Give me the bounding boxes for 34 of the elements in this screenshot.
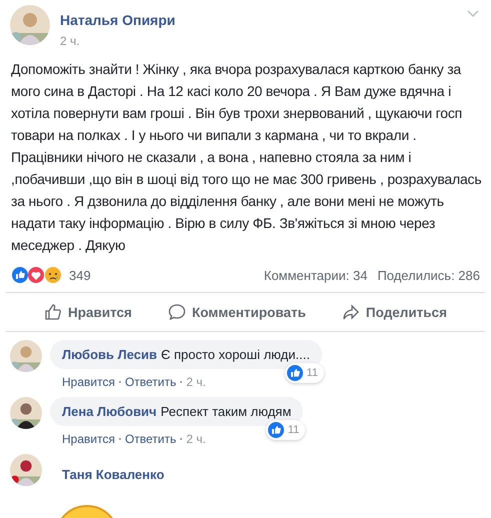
like-count-badge[interactable]: 11 (266, 420, 306, 440)
comment-time[interactable]: 2 ч. (186, 432, 206, 446)
author-name[interactable]: Наталья Опияри (60, 12, 176, 28)
like-link[interactable]: Нравится (62, 375, 115, 389)
reply-link[interactable]: Ответить (124, 432, 176, 446)
separator-dot (118, 438, 121, 440)
comment-time[interactable]: 2 ч. (186, 375, 206, 389)
commenter-name[interactable]: Любовь Лесив (62, 347, 158, 362)
post-time[interactable]: 2 ч. (60, 34, 176, 48)
like-button[interactable]: Нравится (38, 299, 138, 325)
share-button[interactable]: Поделиться (336, 299, 453, 325)
commenter-name[interactable]: Лена Любович (62, 404, 157, 419)
reply-link[interactable]: Ответить (124, 375, 176, 389)
separator-dot (180, 438, 182, 440)
like-count: 11 (306, 367, 318, 379)
commenter-name[interactable]: Таня Коваленко (50, 454, 164, 482)
reaction-icons[interactable] (11, 266, 63, 284)
post-text: Допоможіть знайти ! Жінку , яка вчора розрахувалася карткою банку за мого сина в Дасторі . На 12 касі коло 20 вечора . Я Вам дуже вдячна і хотіла повернути вам гроші . Він був трохи знервований , щукаючи госп товари на полках . І у нього чи випали з кармана , чи то вкрали . Працівники нічого не сказали , а вона , напевно стояла за ним і ,побачивши ,що він в шоці від того що не має 300 гривень , розрахувалась за нього . Я дзвонила до відділення банку , але вони мені не можуть надати таку інформацію . Вірю в силу ФБ. Зв'яжіться зі мною через меседжер . Дякую (11, 60, 482, 255)
reaction-count[interactable]: 349 (69, 268, 91, 282)
speech-bubble-icon (168, 303, 186, 321)
comment-text: Респект таким людям (160, 404, 292, 419)
share-count[interactable]: Поделились: 286 (377, 268, 480, 282)
comment-button[interactable]: Комментировать (162, 299, 312, 325)
like-link[interactable]: Нравится (62, 432, 115, 446)
like-icon (286, 365, 303, 381)
separator-dot (180, 381, 182, 383)
separator-dot (118, 381, 121, 383)
like-count-badge[interactable]: 11 (284, 363, 324, 383)
thumbs-up-icon (44, 303, 62, 321)
comment-text: Є просто хороші люди.... (161, 347, 310, 362)
comment-count[interactable]: Комментарии: 34 (264, 268, 368, 282)
like-count: 11 (288, 424, 300, 436)
share-arrow-icon (342, 303, 360, 321)
like-icon (268, 422, 284, 438)
